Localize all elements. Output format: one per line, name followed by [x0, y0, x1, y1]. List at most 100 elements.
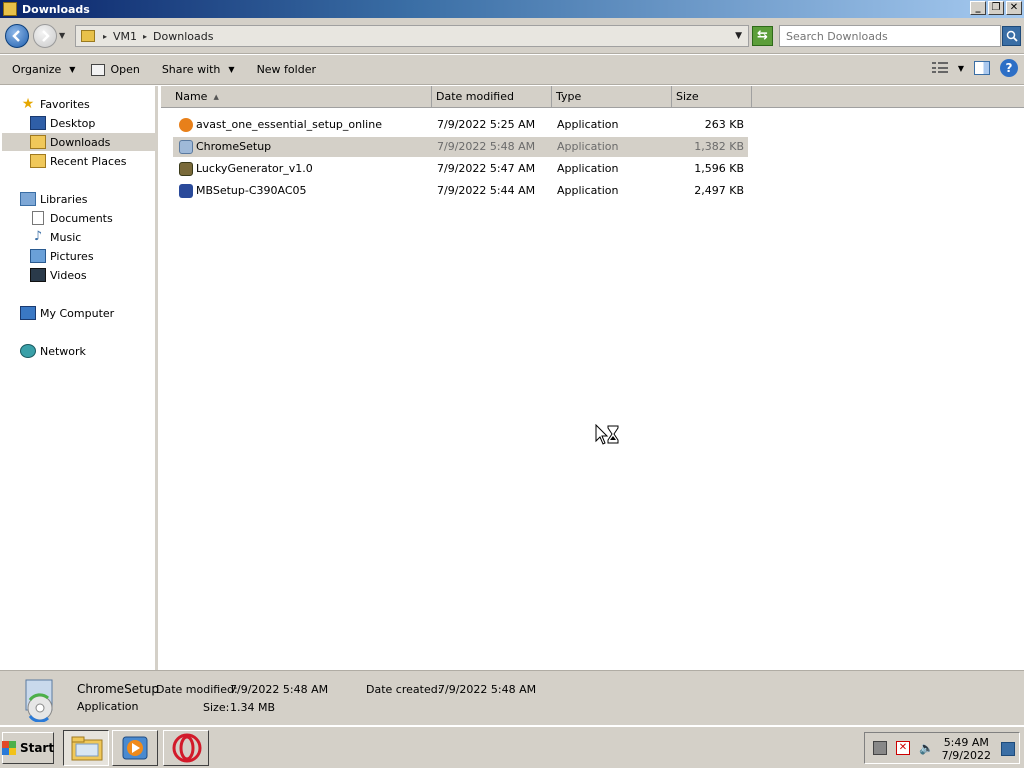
arrow-right-icon [42, 30, 50, 42]
nav-videos[interactable]: Videos [30, 266, 87, 284]
nav-label: Desktop [50, 116, 96, 130]
breadcrumb-vm1[interactable]: VM1 [113, 30, 137, 43]
nav-my-computer[interactable]: My Computer [20, 304, 114, 322]
taskbar-explorer-button[interactable] [63, 730, 109, 766]
help-icon[interactable]: ? [1000, 59, 1018, 77]
column-type[interactable]: Type [552, 86, 672, 108]
setup-icon [25, 679, 53, 722]
action-center-icon[interactable]: ✕ [896, 741, 910, 755]
clock[interactable]: 5:49 AM 7/9/2022 [942, 736, 991, 762]
windows-logo-icon [1, 741, 16, 755]
file-name: LuckyGenerator_v1.0 [196, 162, 313, 175]
chevron-right-icon[interactable]: ▸ [103, 32, 107, 41]
nav-favorites[interactable]: ★ Favorites [20, 95, 90, 113]
star-icon: ★ [21, 96, 35, 112]
nav-libraries[interactable]: Libraries [20, 190, 88, 208]
nav-network[interactable]: Network [20, 342, 86, 360]
file-row[interactable]: MBSetup-C390AC05 7/9/2022 5:44 AM Applic… [173, 181, 748, 201]
details-file-type: Application [77, 700, 139, 713]
share-with-label: Share with [161, 63, 221, 76]
chevron-down-icon[interactable]: ▼ [735, 31, 742, 41]
organize-button[interactable]: Organize ▼ [6, 59, 81, 81]
column-type-label: Type [556, 90, 582, 103]
chevron-down-icon: ▼ [69, 65, 76, 74]
nav-downloads[interactable]: Downloads [2, 133, 155, 151]
file-name: MBSetup-C390AC05 [196, 184, 307, 197]
close-button[interactable]: ✕ [1006, 1, 1022, 15]
column-date-modified[interactable]: Date modified [432, 86, 552, 108]
desktop-icon [30, 116, 46, 130]
open-icon [91, 63, 106, 76]
file-date: 7/9/2022 5:44 AM [437, 184, 536, 197]
change-view-icon[interactable] [931, 62, 948, 74]
avast-icon [179, 118, 193, 132]
nav-label: Recent Places [50, 154, 127, 168]
chevron-right-icon[interactable]: ▸ [143, 32, 147, 41]
column-date-label: Date modified [436, 90, 514, 103]
open-button[interactable]: Open [85, 59, 145, 81]
nav-label: Network [40, 344, 86, 358]
search-input[interactable] [779, 25, 1001, 47]
file-type: Application [557, 140, 619, 153]
start-label: Start [19, 741, 55, 755]
nav-label: Favorites [40, 97, 90, 111]
maximize-button[interactable]: ❐ [988, 1, 1004, 15]
search-icon [1006, 30, 1018, 42]
downloads-folder-icon [30, 135, 46, 149]
start-button[interactable]: Start [1, 732, 55, 764]
taskbar-media-player-button[interactable] [112, 730, 158, 766]
chevron-down-icon[interactable]: ▼ [958, 64, 964, 73]
file-size: 1,596 KB [694, 162, 744, 175]
file-row[interactable]: LuckyGenerator_v1.0 7/9/2022 5:47 AM App… [173, 159, 748, 179]
folder-icon [3, 2, 17, 16]
opera-icon [172, 733, 202, 763]
file-type: Application [557, 118, 619, 131]
column-size-label: Size [676, 90, 699, 103]
file-name: ChromeSetup [196, 140, 272, 153]
nav-label: Documents [50, 211, 113, 225]
preview-pane-icon[interactable] [974, 61, 990, 75]
show-desktop-icon[interactable] [1001, 742, 1015, 756]
recent-pages-dropdown[interactable]: ▼ [59, 31, 65, 40]
address-row: ▼ ▸ VM1 ▸ Downloads ▼ ⇆ [0, 18, 1024, 54]
address-bar[interactable]: ▸ VM1 ▸ Downloads ▼ [75, 25, 749, 47]
nav-label: My Computer [40, 306, 115, 320]
column-size[interactable]: Size [672, 86, 752, 108]
window-controls: _ ❐ ✕ [970, 1, 1022, 15]
column-name-label: Name [175, 90, 208, 103]
nav-documents[interactable]: Documents [30, 209, 113, 227]
pictures-icon [30, 249, 46, 263]
arrow-left-icon [12, 30, 20, 42]
column-name[interactable]: Name ▲ [161, 86, 432, 108]
chevron-down-icon: ▼ [228, 65, 235, 74]
explorer-folder-icon [71, 736, 103, 761]
new-folder-button[interactable]: New folder [251, 59, 322, 81]
nav-label: Videos [50, 268, 87, 282]
network-icon [20, 344, 36, 358]
breadcrumb-downloads[interactable]: Downloads [153, 30, 213, 43]
navigation-pane: ★ Favorites Desktop Downloads Recent Pla… [0, 86, 158, 670]
file-name: avast_one_essential_setup_online [196, 118, 382, 131]
nav-recent-places[interactable]: Recent Places [30, 152, 127, 170]
volume-icon[interactable]: 🔈 [919, 741, 934, 755]
share-with-button[interactable]: Share with ▼ [156, 59, 241, 81]
taskbar-opera-button[interactable] [163, 730, 209, 766]
nav-desktop[interactable]: Desktop [30, 114, 95, 132]
nav-label: Music [50, 230, 82, 244]
file-date: 7/9/2022 5:25 AM [437, 118, 536, 131]
network-tray-icon[interactable] [873, 741, 887, 755]
search-button[interactable] [1002, 26, 1021, 46]
media-player-icon [122, 736, 148, 760]
nav-music[interactable]: ♪ Music [30, 228, 81, 246]
file-row[interactable]: avast_one_essential_setup_online 7/9/202… [173, 115, 748, 135]
refresh-button[interactable]: ⇆ [752, 26, 773, 46]
forward-button[interactable] [33, 24, 57, 48]
clock-time: 5:49 AM [943, 736, 989, 749]
music-note-icon: ♪ [33, 229, 43, 244]
nav-label: Downloads [50, 135, 111, 149]
libraries-icon [20, 192, 36, 206]
nav-pictures[interactable]: Pictures [30, 247, 94, 265]
back-button[interactable] [5, 24, 29, 48]
minimize-button[interactable]: _ [970, 1, 986, 15]
file-row-selected[interactable]: ChromeSetup 7/9/2022 5:48 AM Application… [173, 137, 748, 157]
